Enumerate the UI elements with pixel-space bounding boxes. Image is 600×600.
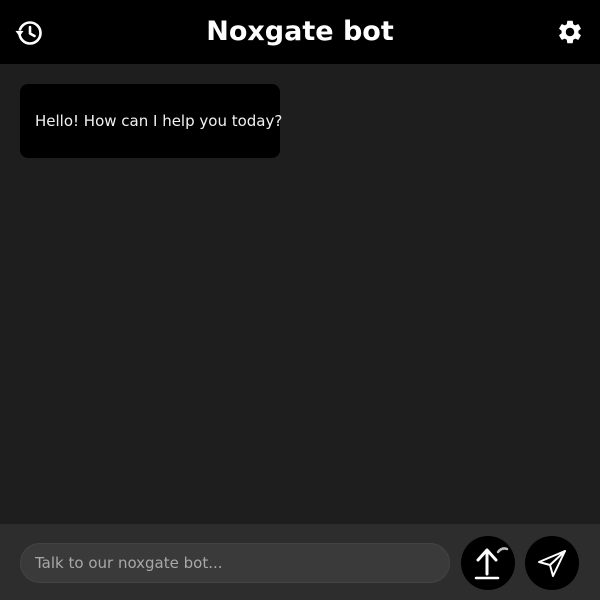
chat-area[interactable]: Hello! How can I help you today? — [0, 64, 600, 524]
composer-bar — [0, 524, 600, 600]
message-input[interactable] — [21, 544, 449, 582]
settings-button[interactable] — [556, 18, 584, 46]
bot-message-text: Hello! How can I help you today? — [35, 112, 283, 130]
page-title: Noxgate bot — [206, 16, 394, 47]
chat-app: Noxgate bot Hello! How can I help you to… — [0, 0, 600, 600]
message-input-wrapper — [20, 543, 450, 583]
send-button[interactable] — [525, 536, 579, 590]
header-bar: Noxgate bot — [0, 0, 600, 64]
send-icon — [538, 550, 566, 577]
gear-icon — [559, 20, 581, 44]
upload-button[interactable] — [461, 536, 515, 590]
bot-message-bubble: Hello! How can I help you today? — [20, 84, 283, 158]
upload-icon — [474, 547, 509, 580]
